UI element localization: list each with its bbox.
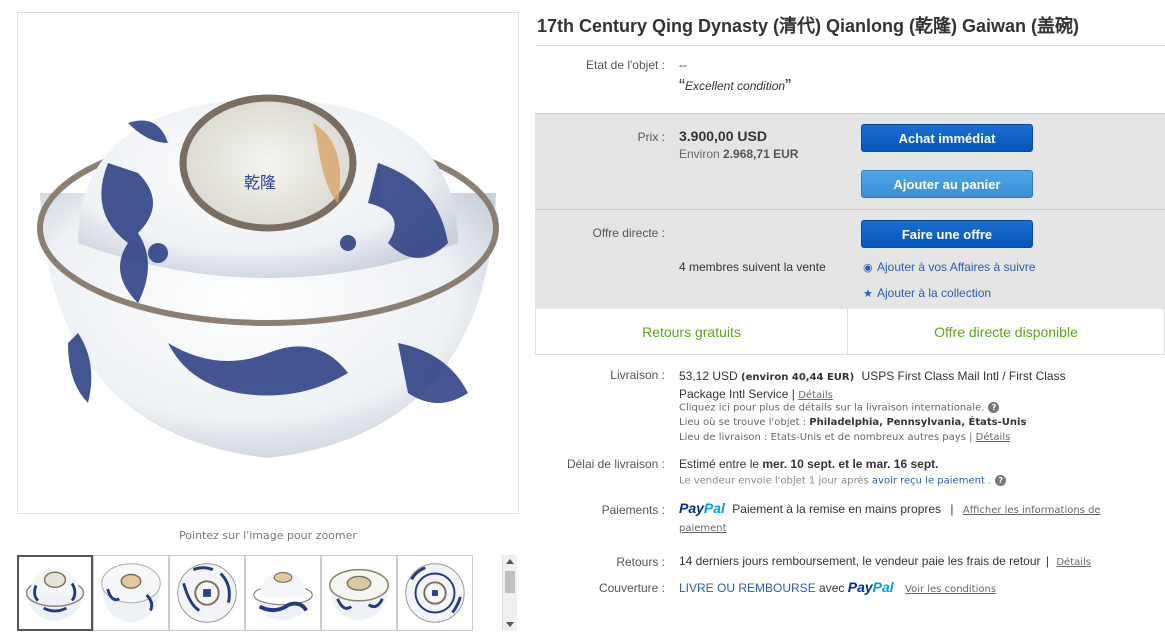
returns-details-link[interactable]: Détails	[1056, 557, 1091, 568]
scroll-up-icon[interactable]	[506, 559, 514, 564]
thumbnail-image	[101, 563, 161, 623]
watch-link[interactable]: ◉ Ajouter à vos Affaires à suivre	[863, 260, 1036, 274]
price-amount: 3.900,00 USD	[679, 128, 767, 144]
scroll-down-icon[interactable]	[506, 622, 514, 627]
help-icon[interactable]: ?	[995, 475, 1007, 486]
location-value: Philadelphia, Pennsylvania, États-Unis	[809, 417, 1027, 428]
scroll-thumb[interactable]	[505, 571, 515, 593]
thumbnail-2[interactable]	[93, 555, 169, 631]
svg-text:乾隆: 乾隆	[244, 173, 276, 192]
item-title: 17th Century Qing Dynasty (清代) Qianlong …	[537, 16, 1080, 36]
zoom-hint: Pointez sur l'image pour zoomer	[179, 529, 357, 542]
thumbnail-strip	[17, 555, 517, 633]
condition-note: “Excellent condition”	[679, 76, 791, 97]
ships-to-label: Lieu de livraison :	[679, 432, 768, 443]
shipping-info: 53,12 USD (environ 40,44 EUR) USPS First…	[679, 369, 1066, 401]
star-icon: ★	[863, 288, 873, 300]
intl-shipping-note: Cliquez ici pour plus de détails sur la …	[679, 402, 1000, 414]
shipping-service: USPS First Class Mail Intl / First Class	[861, 369, 1066, 383]
coverage-conditions-link[interactable]: Voir les conditions	[905, 584, 996, 595]
best-offer-badge: Offre directe disponible	[934, 324, 1078, 340]
thumbnail-4[interactable]	[245, 555, 321, 631]
payments-label: Paiements :	[601, 503, 665, 517]
price-approx-amount: 2.968,71 EUR	[723, 147, 799, 161]
thumbnail-3[interactable]	[169, 555, 245, 631]
handling-prefix: Le vendeur envoie l'objet 1 jour après	[679, 475, 869, 487]
coverage-link[interactable]: LIVRE OU REMBOURSE	[679, 581, 816, 595]
thumbnail-image	[329, 568, 389, 621]
ships-to-details-link[interactable]: Détails	[976, 432, 1011, 443]
help-icon[interactable]: ?	[988, 402, 1000, 413]
delivery-range: mer. 10 sept. et le mar. 16 sept.	[762, 457, 939, 471]
payments-info: PayPal Paiement à la remise en mains pro…	[679, 500, 1101, 534]
ships-to: Lieu de livraison : Etats-Unis et de nom…	[679, 432, 1011, 443]
thumbnail-image	[405, 563, 465, 623]
coverage-with: avec	[819, 581, 845, 595]
ships-to-value: Etats-Unis et de nombreux autres pays	[770, 432, 966, 443]
coverage-info: LIVRE OU REMBOURSE avec PayPal Voir les …	[679, 579, 996, 595]
paypal-logo: PayPal	[679, 500, 725, 516]
divider	[535, 45, 1165, 46]
offer-box	[535, 209, 1165, 309]
price-label: Prix :	[637, 130, 665, 144]
eye-icon: ◉	[863, 262, 873, 274]
location-label: Lieu où se trouve l'objet :	[679, 417, 807, 428]
payment-info-link[interactable]: Afficher les informations de	[963, 505, 1101, 516]
payment-method: Paiement à la remise en mains propres	[732, 502, 942, 516]
close-quote-icon: ”	[785, 76, 792, 96]
shipping-details-link[interactable]: Détails	[798, 390, 833, 401]
returns-label: Retours :	[616, 555, 665, 569]
perks-bar: Retours gratuits Offre directe disponibl…	[535, 309, 1165, 355]
shipping-cost: 53,12 USD	[679, 369, 738, 383]
price-converted: Environ 2.968,71 EUR	[679, 147, 798, 161]
watch-link-text[interactable]: Ajouter à vos Affaires à suivre	[877, 260, 1036, 274]
shipping-label: Livraison :	[610, 368, 665, 382]
condition-value: --	[679, 58, 687, 72]
thumbnail-image	[253, 571, 313, 621]
collection-link-text[interactable]: Ajouter à la collection	[877, 286, 991, 300]
returns-info: 14 derniers jours remboursement, le vend…	[679, 554, 1092, 568]
condition-note-text: Excellent condition	[685, 79, 786, 93]
thumbnail-1[interactable]	[17, 555, 93, 631]
item-location: Lieu où se trouve l'objet : Philadelphia…	[679, 417, 1026, 428]
free-returns-badge: Retours gratuits	[536, 309, 848, 355]
gaiwan-image: 乾隆	[37, 94, 499, 458]
thumbnail-scrollbar[interactable]	[502, 555, 517, 631]
thumbnail-image	[25, 568, 85, 622]
coverage-label: Couverture :	[598, 581, 665, 595]
returns-text: 14 derniers jours remboursement, le vend…	[679, 554, 1041, 568]
shipping-cost-approx: (environ 40,44 EUR)	[741, 372, 855, 383]
watchers-count: 4 membres suivent la vente	[679, 260, 826, 274]
buy-box	[535, 113, 1165, 209]
main-product-image[interactable]: 乾隆	[17, 12, 519, 514]
thumbnail-6[interactable]	[397, 555, 473, 631]
collection-link[interactable]: ★ Ajouter à la collection	[863, 286, 991, 300]
delivery-estimate: Estimé entre le mer. 10 sept. et le mar.…	[679, 457, 939, 471]
buy-now-button[interactable]: Achat immédiat	[861, 124, 1033, 152]
thumbnail-image	[177, 563, 237, 623]
delivery-prefix: Estimé entre le	[679, 457, 760, 471]
payment-info-link-2[interactable]: paiement	[679, 523, 727, 534]
make-offer-button[interactable]: Faire une offre	[861, 220, 1033, 248]
thumbnail-5[interactable]	[321, 555, 397, 631]
intl-note-text[interactable]: Cliquez ici pour plus de détails sur la …	[679, 403, 984, 414]
shipping-service-2: Package Intl Service	[679, 387, 789, 401]
handling-link[interactable]: avoir reçu le paiement	[872, 476, 985, 487]
handling-time: Le vendeur envoie l'objet 1 jour après a…	[679, 475, 1007, 487]
offer-label: Offre directe :	[592, 226, 665, 240]
price-approx-prefix: Environ	[679, 147, 720, 161]
condition-label: Etat de l'objet :	[585, 58, 665, 72]
add-to-cart-button[interactable]: Ajouter au panier	[861, 170, 1033, 198]
delivery-label: Délai de livraison :	[566, 457, 665, 471]
paypal-logo: PayPal	[847, 579, 894, 595]
